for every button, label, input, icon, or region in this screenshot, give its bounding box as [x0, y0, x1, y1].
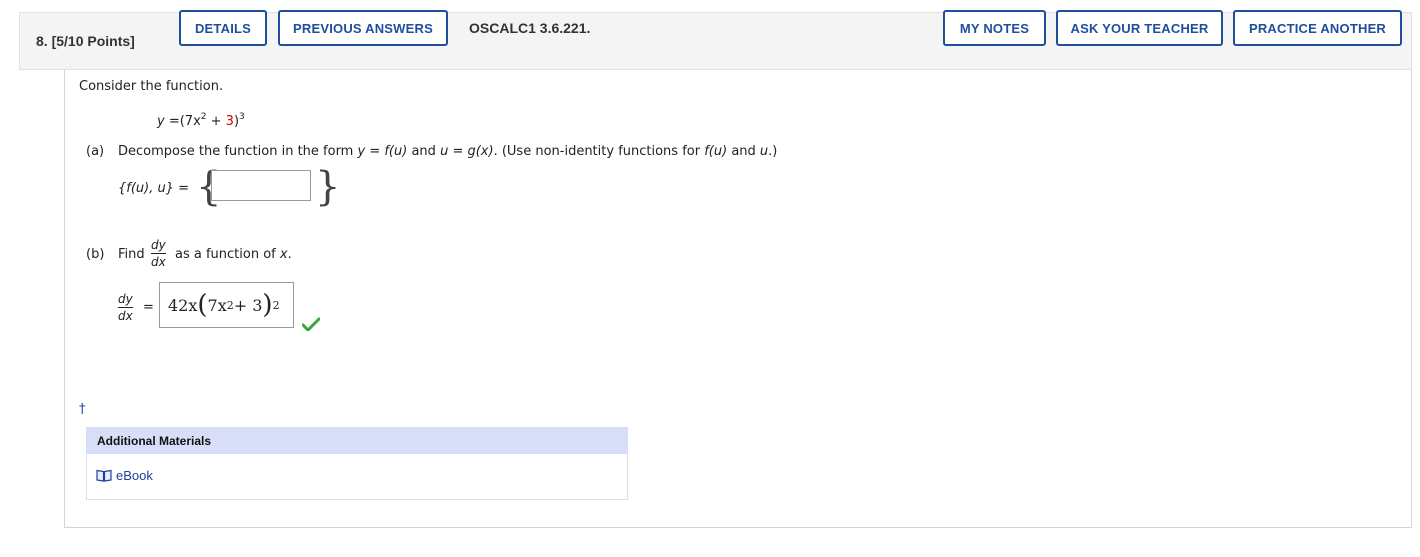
right-brace: }	[315, 164, 341, 210]
my-notes-button[interactable]: MY NOTES	[943, 10, 1046, 46]
set-label: {f(u), u} =	[118, 181, 190, 196]
checkmark-icon	[302, 317, 320, 331]
answer-equals: =	[143, 300, 154, 315]
part-b-derivative-fraction: dy dx	[151, 238, 166, 269]
practice-another-button[interactable]: PRACTICE ANOTHER	[1233, 10, 1402, 46]
answer-derivative-fraction: dy dx	[118, 292, 133, 323]
ebook-link[interactable]: eBook	[96, 468, 153, 483]
additional-materials-header: Additional Materials	[86, 427, 628, 454]
part-a-answer-input[interactable]	[211, 170, 311, 201]
part-a-instructions: Decompose the function in the form y = f…	[118, 144, 778, 159]
question-id: OSCALC1 3.6.221.	[469, 20, 591, 36]
dagger-mark: †	[79, 402, 86, 417]
question-number: 8. [5/10 Points]	[36, 33, 135, 49]
part-b-answer-field[interactable]: 42x(7x 2 + 3) 2	[159, 282, 294, 328]
details-button[interactable]: DETAILS	[179, 10, 267, 46]
function-expression: y =(7x2 + 3)3	[157, 112, 245, 129]
ask-your-teacher-button[interactable]: ASK YOUR TEACHER	[1056, 10, 1223, 46]
previous-answers-button[interactable]: PREVIOUS ANSWERS	[278, 10, 448, 46]
book-icon	[96, 469, 112, 482]
part-b-instructions: as a function of x.	[175, 247, 292, 262]
additional-materials-body	[86, 454, 628, 500]
part-b-label: (b)	[86, 247, 105, 262]
intro-text: Consider the function.	[79, 79, 224, 94]
part-b-find: Find	[118, 247, 145, 262]
part-a-label: (a)	[86, 144, 105, 159]
question-points: [5/10 Points]	[51, 33, 135, 49]
